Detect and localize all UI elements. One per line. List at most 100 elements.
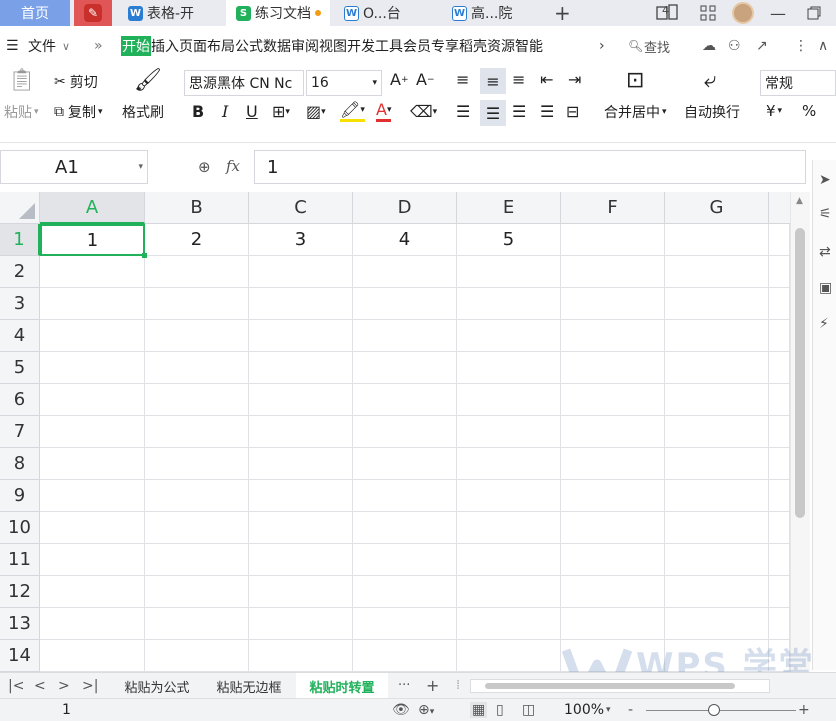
grid-cell[interactable] [457, 640, 561, 672]
row-header[interactable]: 10 [0, 512, 40, 544]
fill-handle[interactable] [142, 253, 147, 258]
row-header[interactable]: 9 [0, 480, 40, 512]
horizontal-scroll-thumb[interactable] [485, 683, 735, 689]
sliders-icon[interactable]: ⚟ [819, 206, 832, 222]
chevron-down-icon[interactable]: ▾ [138, 162, 143, 172]
grid-cell[interactable] [249, 256, 353, 288]
zoom-in-button[interactable]: + [798, 702, 810, 718]
grid-cell[interactable] [769, 448, 790, 480]
zoom-dropdown-icon[interactable]: ▾ [606, 705, 611, 715]
column-header-g[interactable]: G [665, 192, 769, 224]
grid-cell[interactable] [561, 608, 665, 640]
decrease-indent-icon[interactable]: ⇤ [540, 70, 553, 89]
grid-cell[interactable] [40, 544, 145, 576]
row-header[interactable]: 1 [0, 224, 40, 256]
search-label[interactable]: 查找 [644, 37, 670, 56]
copy-button[interactable]: ⧉ 复制 ▾ [54, 102, 103, 122]
page-break-view-icon[interactable]: ◫ [522, 702, 535, 718]
grid-cell[interactable] [40, 640, 145, 672]
grid-cell[interactable] [561, 640, 665, 672]
grid-cell[interactable] [665, 352, 769, 384]
menu-developer[interactable]: 开发工具 [347, 36, 403, 56]
row-header[interactable]: 3 [0, 288, 40, 320]
paste-button[interactable]: 粘贴 ▾ [4, 102, 39, 122]
column-header-d[interactable]: D [353, 192, 457, 224]
grid-cell[interactable] [457, 288, 561, 320]
grid-cell[interactable] [249, 448, 353, 480]
format-painter-button[interactable]: 格式刷 [122, 102, 164, 122]
row-header[interactable]: 5 [0, 352, 40, 384]
grid-cell[interactable] [769, 512, 790, 544]
grid-cell[interactable] [457, 480, 561, 512]
grid-cell[interactable] [769, 416, 790, 448]
zoom-slider-thumb[interactable] [708, 704, 720, 716]
font-size-select[interactable]: 16 ▾ [306, 70, 382, 96]
grid-cell[interactable] [665, 320, 769, 352]
grid-cell[interactable] [665, 448, 769, 480]
menu-view[interactable]: 视图 [319, 36, 347, 56]
new-tab-button[interactable]: + [554, 0, 571, 26]
format-painter-icon[interactable]: 🖌︎ [134, 68, 162, 93]
grid-cell[interactable] [249, 480, 353, 512]
grid-cell[interactable] [145, 352, 249, 384]
tab-pdf[interactable]: ✎ [74, 0, 112, 26]
grid-cell[interactable] [561, 416, 665, 448]
grid-cell[interactable]: 3 [249, 224, 353, 256]
row-header[interactable]: 11 [0, 544, 40, 576]
restore-icon[interactable] [806, 0, 822, 26]
percent-button[interactable]: % [802, 102, 816, 120]
grid-cell[interactable] [249, 512, 353, 544]
justify-icon[interactable]: ☰ [540, 102, 554, 121]
grid-cell[interactable] [249, 640, 353, 672]
grid-cell[interactable] [249, 288, 353, 320]
merge-center-icon[interactable]: ⊡ [626, 68, 644, 93]
grid-cell[interactable] [769, 224, 790, 256]
grid-cell[interactable] [249, 576, 353, 608]
search-icon[interactable]: 🔍︎ [628, 39, 643, 53]
grid-cell[interactable] [249, 608, 353, 640]
menu-insert[interactable]: 插入 [151, 36, 179, 56]
grid-cell[interactable] [353, 256, 457, 288]
tab-document-4[interactable]: W 高...院 [442, 0, 542, 26]
menu-member[interactable]: 会员专享 [403, 36, 459, 56]
grid-cell[interactable] [769, 256, 790, 288]
bold-button[interactable]: B [192, 102, 204, 121]
grid-cell[interactable] [665, 416, 769, 448]
column-header-b[interactable]: B [145, 192, 249, 224]
grid-cell[interactable] [769, 288, 790, 320]
more-menu-icon[interactable]: ⋮ [794, 38, 808, 54]
grid-cell[interactable] [561, 480, 665, 512]
grid-cell[interactable] [769, 352, 790, 384]
user-add-icon[interactable]: ⚇ [728, 38, 741, 54]
grid-cell[interactable] [561, 352, 665, 384]
grid-cell[interactable] [353, 320, 457, 352]
grid-cell[interactable] [353, 416, 457, 448]
grid-cell[interactable] [145, 448, 249, 480]
grid-cell[interactable] [665, 576, 769, 608]
column-header-a[interactable]: A [40, 192, 145, 224]
grid-cell[interactable] [249, 352, 353, 384]
grid-cell[interactable] [353, 352, 457, 384]
apps-grid-icon[interactable] [700, 0, 716, 26]
menu-home[interactable]: 开始 [121, 36, 151, 56]
scroll-right-icon[interactable]: › [599, 38, 605, 54]
grid-cell[interactable] [665, 640, 769, 672]
grid-cell[interactable] [561, 448, 665, 480]
grid-cell[interactable] [353, 448, 457, 480]
grid-cell[interactable] [40, 576, 145, 608]
grid-cell[interactable] [40, 416, 145, 448]
cloud-icon[interactable]: ☁ [702, 38, 716, 54]
grid-cell[interactable] [145, 384, 249, 416]
cut-button[interactable]: ✂ 剪切 [54, 72, 98, 92]
grid-cell[interactable] [457, 608, 561, 640]
vertical-scrollbar[interactable]: ▲ [790, 192, 810, 672]
minimize-icon[interactable]: — [770, 0, 786, 26]
fill-color-icon[interactable]: 🖍︎ ▾ [340, 100, 365, 122]
image-tool-icon[interactable]: ▣ [819, 280, 832, 296]
grid-cell[interactable] [665, 224, 769, 256]
row-header[interactable]: 4 [0, 320, 40, 352]
grid-cell[interactable] [561, 576, 665, 608]
grid-cell[interactable] [561, 320, 665, 352]
grid-cell[interactable] [457, 416, 561, 448]
scroll-up-icon[interactable]: ▲ [796, 196, 803, 206]
